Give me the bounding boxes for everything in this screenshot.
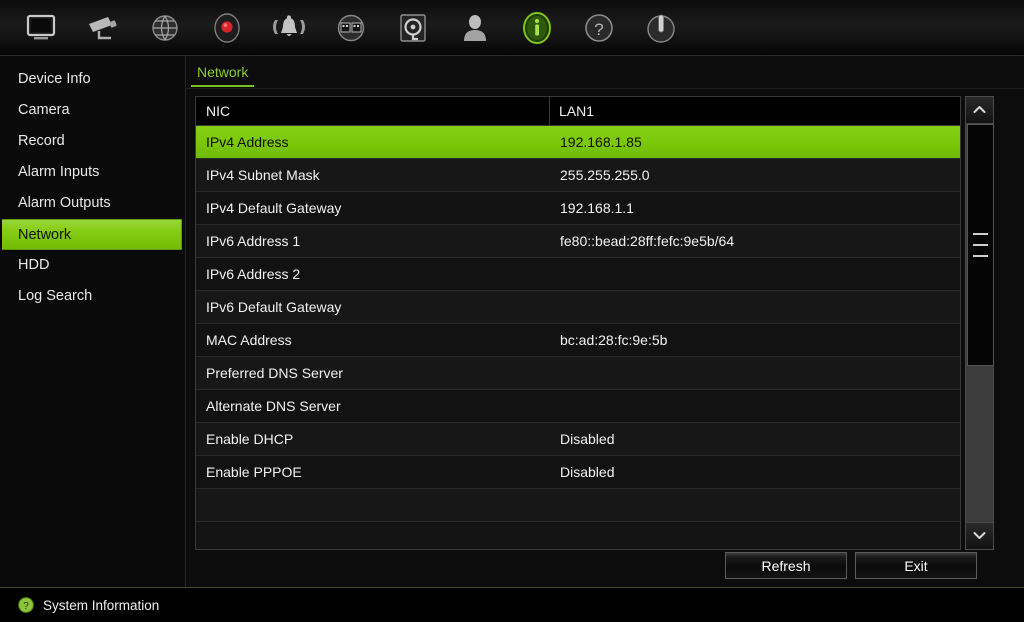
table-header-row: NIC LAN1 xyxy=(196,97,960,126)
table-row[interactable]: IPv4 Address 192.168.1.85 xyxy=(196,126,960,159)
hdd-icon xyxy=(399,13,427,43)
globe-icon xyxy=(149,13,181,43)
grip-line xyxy=(973,233,988,235)
network-settings-table: NIC LAN1 IPv4 Address 192.168.1.85 IPv4 … xyxy=(195,96,961,550)
row-value: fe80::bead:28ff:fefc:9e5b/64 xyxy=(560,233,735,249)
row-key: Alternate DNS Server xyxy=(206,398,341,414)
network-settings-button[interactable] xyxy=(134,3,196,53)
row-key: IPv6 Address 1 xyxy=(206,233,301,249)
table-scrollbar[interactable] xyxy=(965,96,994,550)
record-icon xyxy=(212,12,242,44)
scroll-up-button[interactable] xyxy=(965,96,994,124)
row-key: IPv4 Default Gateway xyxy=(206,200,342,216)
table-row[interactable] xyxy=(196,489,960,522)
chevron-up-icon xyxy=(973,101,986,119)
user-icon xyxy=(461,13,489,43)
table-row[interactable]: IPv6 Address 1 fe80::bead:28ff:fefc:9e5b… xyxy=(196,225,960,258)
sidebar-item-camera[interactable]: Camera xyxy=(0,95,185,126)
exit-button[interactable]: Exit xyxy=(855,552,977,579)
table-row[interactable]: IPv4 Subnet Mask 255.255.255.0 xyxy=(196,159,960,192)
svg-text:?: ? xyxy=(594,20,603,39)
row-key: Preferred DNS Server xyxy=(206,365,343,381)
column-header-lan1: LAN1 xyxy=(559,102,595,119)
sidebar-item-alarm-inputs[interactable]: Alarm Inputs xyxy=(0,157,185,188)
status-bar: ? System Information xyxy=(0,587,1024,622)
table-row[interactable]: Enable PPPOE Disabled xyxy=(196,456,960,489)
table-row[interactable]: MAC Address bc:ad:28:fc:9e:5b xyxy=(196,324,960,357)
sidebar-item-hdd[interactable]: HDD xyxy=(0,250,185,281)
info-icon xyxy=(520,10,554,46)
scroll-down-button[interactable] xyxy=(965,522,994,550)
help-circle-icon: ? xyxy=(18,597,34,613)
sidebar-item-network[interactable]: Network xyxy=(2,219,182,250)
scrollbar-thumb[interactable] xyxy=(967,124,994,366)
hdd-button[interactable] xyxy=(382,3,444,53)
record-button[interactable] xyxy=(196,3,258,53)
row-key: IPv4 Subnet Mask xyxy=(206,167,320,183)
grip-line xyxy=(973,244,988,246)
sidebar-item-alarm-outputs[interactable]: Alarm Outputs xyxy=(0,188,185,219)
camera-button[interactable] xyxy=(72,3,134,53)
table-row[interactable]: IPv6 Default Gateway xyxy=(196,291,960,324)
camera-icon xyxy=(86,14,120,42)
top-toolbar: ? xyxy=(0,0,1024,56)
row-value: 255.255.255.0 xyxy=(560,167,650,183)
chevron-down-icon xyxy=(973,527,986,545)
row-key: MAC Address xyxy=(206,332,292,348)
power-icon xyxy=(645,12,677,44)
column-header-nic: NIC xyxy=(196,97,550,126)
table-row[interactable]: Preferred DNS Server xyxy=(196,357,960,390)
status-bar-text: System Information xyxy=(43,597,160,613)
shutdown-button[interactable] xyxy=(630,3,692,53)
row-value: bc:ad:28:fc:9e:5b xyxy=(560,332,668,348)
monitor-icon xyxy=(25,14,57,42)
row-key: IPv6 Address 2 xyxy=(206,266,301,282)
playback-icon xyxy=(335,13,367,43)
row-key: IPv6 Default Gateway xyxy=(206,299,342,315)
svg-text:?: ? xyxy=(23,601,29,612)
alarm-bell-icon xyxy=(270,14,308,42)
row-key: IPv4 Address xyxy=(206,134,289,150)
row-key: Enable PPPOE xyxy=(206,464,302,480)
help-button[interactable]: ? xyxy=(568,3,630,53)
scrollbar-track[interactable] xyxy=(965,124,994,522)
row-key: Enable DHCP xyxy=(206,431,294,447)
row-value: 192.168.1.1 xyxy=(560,200,634,216)
grip-line xyxy=(973,255,988,257)
playback-button[interactable] xyxy=(320,3,382,53)
tab-bar: Network xyxy=(186,60,1024,89)
table-row[interactable]: IPv4 Default Gateway 192.168.1.1 xyxy=(196,192,960,225)
row-value: Disabled xyxy=(560,464,615,480)
row-value: Disabled xyxy=(560,431,615,447)
help-icon: ? xyxy=(583,12,615,44)
table-row[interactable]: IPv6 Address 2 xyxy=(196,258,960,291)
main-panel: Network NIC LAN1 IPv4 Address 192.168.1.… xyxy=(186,56,1024,587)
sidebar-item-record[interactable]: Record xyxy=(0,126,185,157)
tab-network[interactable]: Network xyxy=(191,62,255,87)
row-value: 192.168.1.85 xyxy=(560,134,642,150)
refresh-button[interactable]: Refresh xyxy=(725,552,847,579)
sidebar-item-device-info[interactable]: Device Info xyxy=(0,64,185,95)
sidebar-item-log-search[interactable]: Log Search xyxy=(0,281,185,312)
table-row[interactable]: Enable DHCP Disabled xyxy=(196,423,960,456)
alarm-button[interactable] xyxy=(258,3,320,53)
user-button[interactable] xyxy=(444,3,506,53)
system-information-button[interactable] xyxy=(506,3,568,53)
sidebar: Device Info Camera Record Alarm Inputs A… xyxy=(0,56,186,587)
live-view-button[interactable] xyxy=(10,3,72,53)
table-row[interactable]: Alternate DNS Server xyxy=(196,390,960,423)
